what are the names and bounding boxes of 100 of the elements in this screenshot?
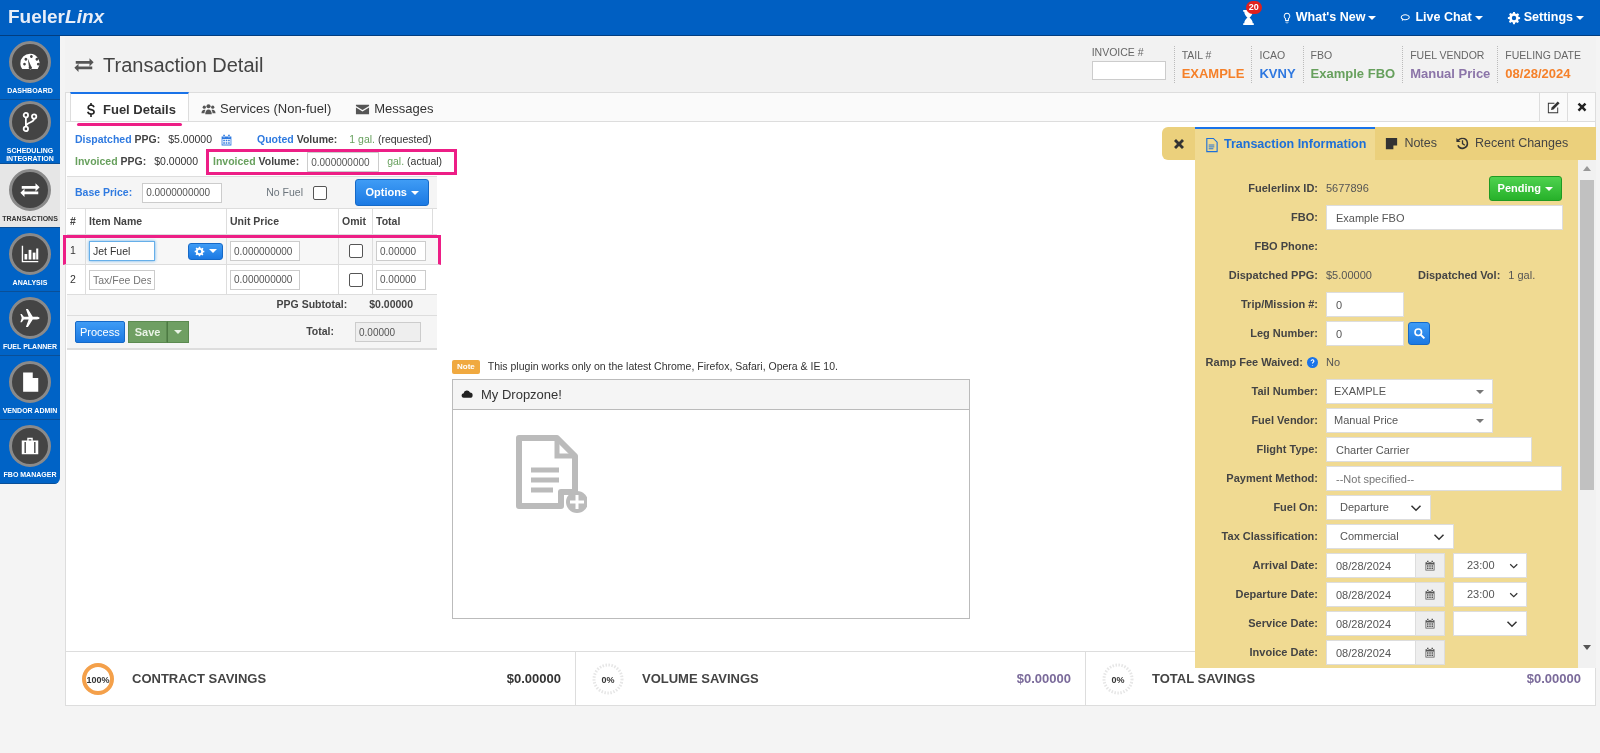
- tab[interactable]: Recent Changes: [1446, 127, 1578, 160]
- settings-icon: [1506, 10, 1521, 25]
- search-icon: [1412, 327, 1426, 340]
- field-label: Dispatched PPG:: [1227, 268, 1318, 284]
- field-value: No: [1326, 355, 1341, 371]
- date-field[interactable]: 08/28/2024: [1326, 553, 1416, 578]
- calendar-icon: [1424, 559, 1436, 572]
- field-label: FBO Phone:: [1253, 239, 1318, 255]
- total-field[interactable]: 0.00000: [376, 241, 426, 261]
- invoice-field[interactable]: [1091, 60, 1166, 80]
- volume-field[interactable]: 0.000000000: [307, 152, 380, 172]
- field-label: Tail Number:: [1250, 384, 1318, 400]
- caret-icon: [1576, 15, 1584, 20]
- text-field[interactable]: --Not specified--: [1326, 466, 1562, 491]
- nav-menu[interactable]: Live Chat: [1400, 8, 1483, 27]
- column-header: #: [67, 209, 86, 234]
- checkbox-label: No Fuel: [266, 184, 303, 200]
- item-name-field[interactable]: Tax/Fee Des: [89, 269, 155, 290]
- field-value: Example FBO: [1310, 64, 1396, 83]
- date-field[interactable]: 08/28/2024: [1326, 582, 1416, 607]
- chat-icon: [1400, 11, 1413, 24]
- text-field[interactable]: Example FBO: [1326, 205, 1563, 230]
- field-label: Base Price:: [75, 184, 133, 200]
- time-dropdown[interactable]: 23:00: [1453, 553, 1527, 578]
- column-header: Unit Price: [227, 209, 339, 234]
- field-value: Manual Price: [1410, 64, 1491, 83]
- text-field[interactable]: Charter Carrier: [1326, 437, 1532, 462]
- field-label: ICAO: [1259, 47, 1287, 63]
- dropdown[interactable]: Departure: [1326, 495, 1431, 520]
- calendar-button[interactable]: [1416, 553, 1445, 578]
- field-value: 1 gal.: [1508, 268, 1536, 284]
- savings-label: TOTAL SAVINGS: [1152, 669, 1256, 688]
- tab[interactable]: Messages: [343, 93, 446, 121]
- unit-price-field[interactable]: 0.000000000: [230, 269, 300, 290]
- field-label: FUELING DATE: [1505, 47, 1581, 63]
- field-label: Dispatched PPG:: [75, 132, 161, 148]
- text-field[interactable]: 0: [1326, 321, 1404, 346]
- nav-menu[interactable]: Settings: [1506, 8, 1584, 27]
- calendar-button[interactable]: [1416, 582, 1445, 607]
- help-icon[interactable]: [1307, 357, 1318, 368]
- field-label: FUEL VENDOR: [1410, 47, 1486, 63]
- options-button[interactable]: Options: [355, 179, 429, 206]
- calendar-icon[interactable]: [220, 133, 233, 147]
- omit-checkbox[interactable]: [348, 272, 363, 287]
- field-value: $5.00000: [1326, 268, 1373, 284]
- dropzone[interactable]: My Dropzone!: [452, 378, 970, 619]
- field-label: TAIL #: [1181, 47, 1213, 63]
- caret-icon: [411, 190, 419, 195]
- column-header: Total: [373, 209, 433, 234]
- dropdown[interactable]: Manual Price: [1326, 408, 1493, 433]
- field-label: Fuelerlinx ID:: [1247, 181, 1318, 197]
- total-field[interactable]: 0.00000: [376, 269, 426, 290]
- field-label: INVOICE #: [1091, 45, 1145, 60]
- cloud-icon: [461, 388, 473, 401]
- field-label: Arrival Date:: [1251, 558, 1318, 574]
- savings-value: $0.00000: [1526, 669, 1581, 688]
- unit-price-field[interactable]: 0.000000000: [230, 241, 300, 261]
- nav-menu[interactable]: What's New: [1280, 8, 1377, 27]
- field-label: Service Date:: [1247, 616, 1318, 632]
- time-dropdown[interactable]: 23:00: [1453, 582, 1527, 607]
- tab[interactable]: Transaction Information: [1195, 127, 1376, 160]
- field-value: KVNY: [1259, 64, 1296, 83]
- dropdown[interactable]: EXAMPLE: [1326, 379, 1493, 404]
- document-icon: [1204, 136, 1219, 153]
- omit-checkbox[interactable]: [348, 244, 363, 258]
- search-button[interactable]: [1408, 322, 1430, 345]
- date-field[interactable]: 08/28/2024: [1326, 640, 1416, 665]
- field-label: FBO: [1310, 47, 1334, 63]
- edit-icon: [1546, 99, 1561, 115]
- calendar-button[interactable]: [1416, 611, 1445, 636]
- dropdown[interactable]: Commercial: [1326, 524, 1454, 549]
- field-label: Fuel Vendor:: [1250, 413, 1318, 429]
- gear-button[interactable]: [188, 242, 223, 260]
- close-button[interactable]: [1162, 127, 1195, 160]
- date-field[interactable]: 08/28/2024: [1326, 611, 1416, 636]
- calendar-icon: [1424, 646, 1436, 659]
- tab[interactable]: Services (Non-fuel): [188, 93, 344, 121]
- calendar-button[interactable]: [1416, 640, 1445, 665]
- process-button[interactable]: Process: [75, 320, 125, 344]
- field-value: 08/28/2024: [1505, 64, 1572, 83]
- item-name-field[interactable]: Jet Fuel: [89, 241, 155, 261]
- field-value: 5677896: [1326, 181, 1369, 197]
- checkbox[interactable]: [312, 185, 327, 200]
- text-field[interactable]: 0: [1326, 292, 1404, 317]
- base-price-field[interactable]: 0.0000000000: [142, 182, 223, 203]
- note-icon: [1384, 136, 1400, 151]
- total-field[interactable]: 0.00000: [355, 322, 421, 342]
- calendar-icon: [1424, 588, 1436, 601]
- scrollbar[interactable]: [1578, 160, 1596, 668]
- total-label: Total:: [306, 324, 334, 340]
- caret-icon: [209, 249, 217, 253]
- field-label: Trip/Mission #:: [1240, 297, 1318, 313]
- savings-label: CONTRACT SAVINGS: [132, 669, 267, 688]
- airplane-icon: [19, 306, 41, 329]
- column-header: Item Name: [86, 209, 227, 234]
- column-header: Omit: [339, 209, 373, 234]
- settings-icon: [194, 245, 205, 257]
- field-value: $0.00000: [154, 154, 198, 170]
- app-logo[interactable]: FuelerLinx: [0, 3, 105, 32]
- tab[interactable]: Notes: [1375, 127, 1447, 160]
